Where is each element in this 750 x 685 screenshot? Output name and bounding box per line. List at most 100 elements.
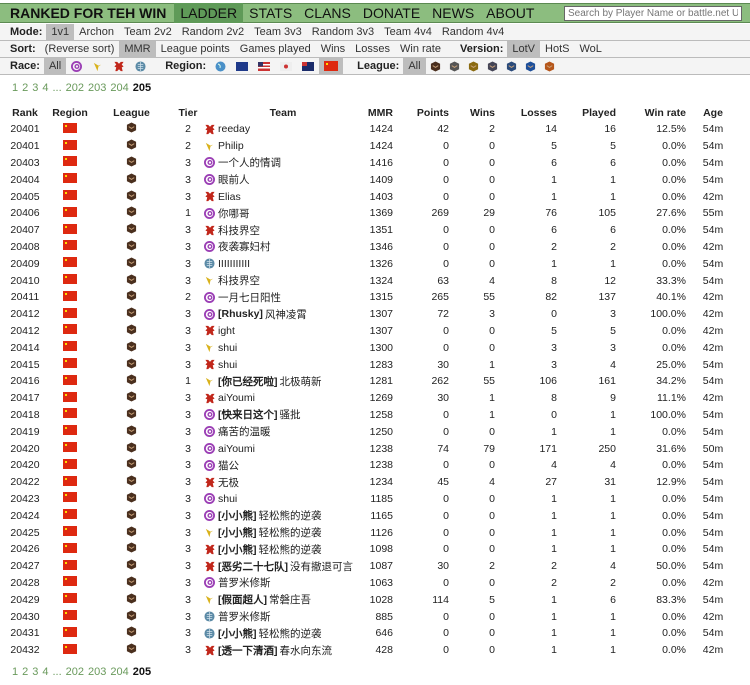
clan-tag[interactable]: [假面超人] [218,592,267,607]
player-name[interactable]: ight [218,325,235,337]
team-cell[interactable]: [恶劣二十七队] 没有撤退可言 [203,558,363,575]
player-name[interactable]: 猫公 [218,458,239,473]
player-name[interactable]: 科技界空 [218,273,260,288]
player-name[interactable]: 骚批 [280,407,301,422]
version-option[interactable]: LotV [507,40,541,58]
team-cell[interactable]: 眼前人 [203,171,363,188]
player-name[interactable]: 眼前人 [218,172,250,187]
player-name[interactable]: 无极 [218,475,239,490]
player-name[interactable]: 没有撤退可言 [290,559,353,574]
player-name[interactable]: 夜袭寡妇村 [218,239,271,254]
column-header[interactable]: Tier [173,104,203,121]
region-filter-us[interactable] [253,58,275,75]
nav-clans[interactable]: CLANS [298,3,357,23]
team-cell[interactable]: [小小熊] 轻松熊的逆袭 [203,541,363,558]
player-name[interactable]: IIIIIIIIIII [218,258,250,270]
team-cell[interactable]: [透一下清酒] 春水向东流 [203,642,363,659]
race-filter-protoss[interactable] [87,58,108,75]
region-filter-cn[interactable] [319,57,344,75]
page-link[interactable]: 2 [22,666,28,678]
region-filter-world[interactable] [210,58,231,75]
player-name[interactable]: 一月七日阳性 [218,290,281,305]
player-name[interactable]: 北极萌新 [280,374,322,389]
nav-about[interactable]: ABOUT [480,3,540,23]
player-name[interactable]: 科技界空 [218,223,260,238]
column-header[interactable]: Region [50,104,90,121]
race-all-option[interactable]: All [43,57,67,75]
clan-tag[interactable]: [透一下清酒] [218,643,278,658]
team-cell[interactable]: [假面超人] 常磐庄吾 [203,591,363,608]
player-name[interactable]: 一个人的情调 [218,155,281,170]
team-cell[interactable]: [你已经死啦] 北极萌新 [203,373,363,390]
player-name[interactable]: shui [218,493,237,505]
page-link[interactable]: 1 [12,82,18,94]
league-filter-diamond[interactable] [502,58,521,75]
team-cell[interactable]: 无极 [203,474,363,491]
nav-stats[interactable]: STATS [243,3,298,23]
page-link[interactable]: 3 [32,82,38,94]
mode-option[interactable]: 1v1 [46,23,75,41]
page-link[interactable]: 202 [66,82,84,94]
clan-tag[interactable]: [你已经死啦] [218,374,278,389]
team-cell[interactable]: 科技界空 [203,222,363,239]
column-header[interactable]: Win rate [616,104,686,121]
sort-option[interactable]: League points [156,41,235,58]
race-filter-random[interactable] [130,58,151,75]
page-link[interactable]: 204 [110,666,128,678]
sort-option[interactable]: Games played [235,41,316,58]
sort-option[interactable]: (Reverse sort) [40,41,120,58]
team-cell[interactable]: aiYoumi [203,440,363,457]
player-name[interactable]: 春水向东流 [280,643,333,658]
team-cell[interactable]: [小小熊] 轻松熊的逆袭 [203,507,363,524]
page-link[interactable]: 1 [12,666,18,678]
team-cell[interactable]: ight [203,323,363,340]
player-name[interactable]: Philip [218,140,244,152]
player-name[interactable]: 轻松熊的逆袭 [259,626,322,641]
page-link[interactable]: 203 [88,666,106,678]
page-link[interactable]: 2 [22,82,28,94]
player-name[interactable]: 痛苦的温暖 [218,424,271,439]
player-name[interactable]: aiYoumi [218,443,255,455]
team-cell[interactable]: Elias [203,188,363,205]
team-cell[interactable]: 普罗米修斯 [203,575,363,592]
team-cell[interactable]: Philip [203,138,363,155]
player-name[interactable]: 风神凌霄 [265,307,307,322]
page-link[interactable]: 205 [133,666,151,678]
clan-tag[interactable]: [小小熊] [218,508,257,523]
player-name[interactable]: 轻松熊的逆袭 [259,542,322,557]
team-cell[interactable]: 一个人的情调 [203,155,363,172]
team-cell[interactable]: 夜袭寡妇村 [203,239,363,256]
team-cell[interactable]: 普罗米修斯 [203,608,363,625]
page-link[interactable]: 204 [110,82,128,94]
region-filter-kr[interactable] [275,58,297,75]
column-header[interactable]: Rank [0,104,50,121]
column-header[interactable]: League [90,104,173,121]
region-filter-sea[interactable] [297,58,319,75]
region-filter-eu[interactable] [231,58,253,75]
race-filter-zerg[interactable] [66,58,87,75]
team-cell[interactable]: reeday [203,121,363,138]
version-option[interactable]: HotS [540,41,574,58]
clan-tag[interactable]: [快来日这个] [218,407,278,422]
player-name[interactable]: shui [218,342,237,354]
column-header[interactable]: MMR [363,104,393,121]
mode-option[interactable]: Archon [74,24,119,41]
mode-option[interactable]: Random 3v3 [307,24,379,41]
team-cell[interactable]: shui [203,491,363,508]
team-cell[interactable]: 一月七日阳性 [203,289,363,306]
league-filter-gold[interactable] [464,58,483,75]
league-filter-silver[interactable] [445,58,464,75]
player-name[interactable]: 轻松熊的逆袭 [259,525,322,540]
page-link[interactable]: 202 [66,666,84,678]
nav-ladder[interactable]: LADDER [174,3,244,23]
brand-logo[interactable]: RANKED FOR TEH WIN [0,3,174,23]
nav-news[interactable]: NEWS [426,3,480,23]
column-header[interactable]: Losses [495,104,557,121]
player-name[interactable]: reeday [218,123,250,135]
sort-option[interactable]: Win rate [395,41,446,58]
league-filter-platinum[interactable] [483,58,502,75]
page-link[interactable]: 205 [133,82,151,94]
league-filter-master[interactable] [521,58,540,75]
clan-tag[interactable]: [恶劣二十七队] [218,559,288,574]
sort-option[interactable]: Wins [316,41,350,58]
